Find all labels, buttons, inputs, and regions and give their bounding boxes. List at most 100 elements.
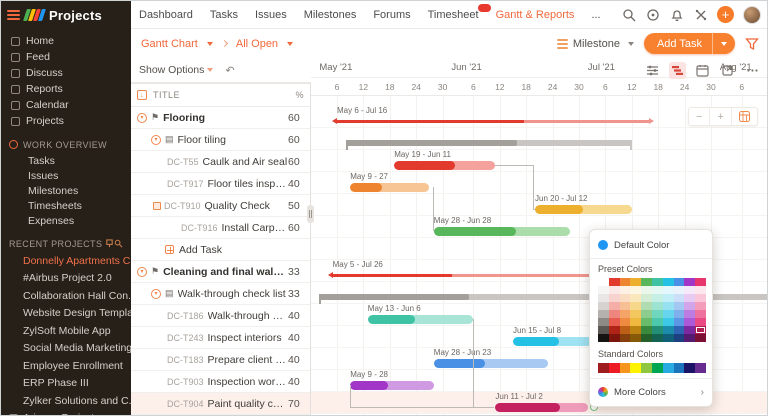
color-swatch[interactable] (609, 318, 620, 326)
table-row[interactable]: DC-T916Install Carpet in Gar...60 (131, 217, 310, 239)
color-swatch[interactable] (630, 334, 641, 342)
add-task-button[interactable]: Add Task (644, 33, 735, 54)
color-swatch[interactable] (620, 278, 631, 286)
splitter-handle[interactable] (307, 205, 314, 223)
tab-forums[interactable]: Forums (373, 9, 410, 21)
color-swatch[interactable] (674, 294, 685, 302)
color-swatch[interactable] (663, 326, 674, 334)
color-swatch[interactable] (695, 326, 706, 334)
table-row[interactable]: DC-T186Walk-through day plan40 (131, 305, 310, 327)
tab-issues[interactable]: Issues (255, 9, 287, 21)
show-options-dropdown[interactable]: Show Options (139, 64, 204, 76)
parent-task-bar[interactable] (346, 140, 632, 146)
tab-dashboard[interactable]: Dashboard (139, 9, 193, 21)
search-projects-icon[interactable] (114, 239, 123, 248)
color-swatch[interactable] (684, 294, 695, 302)
gantt-bar[interactable] (434, 359, 548, 368)
color-swatch[interactable] (598, 326, 609, 334)
color-swatch[interactable] (684, 334, 695, 342)
color-swatch[interactable] (641, 318, 652, 326)
add-task-row[interactable]: Add Task (131, 239, 310, 261)
table-row[interactable]: ▾⚑Cleaning and final walk-thro...33 (131, 261, 310, 283)
color-swatch[interactable] (598, 334, 609, 342)
gantt-bar[interactable] (394, 161, 495, 170)
color-swatch[interactable] (620, 286, 631, 294)
gantt-bar[interactable] (434, 227, 570, 236)
color-swatch[interactable] (663, 278, 674, 286)
recent-project-social-media-marketing[interactable]: Social Media Marketing (1, 340, 131, 358)
standard-color-swatch[interactable] (630, 363, 641, 373)
zoom-out-button[interactable]: − (689, 108, 710, 125)
color-swatch[interactable] (652, 302, 663, 310)
table-row[interactable]: DC-T917Floor tiles inspection40 (131, 173, 310, 195)
color-swatch[interactable] (641, 310, 652, 318)
color-swatch[interactable] (598, 294, 609, 302)
color-swatch[interactable] (663, 334, 674, 342)
color-swatch[interactable] (695, 286, 706, 294)
color-swatch[interactable] (652, 286, 663, 294)
gantt-view-icon[interactable] (669, 62, 686, 79)
color-swatch[interactable] (641, 302, 652, 310)
recent-project-collaboration-hall-con[interactable]: Collaboration Hall Con... (1, 287, 131, 305)
color-swatch[interactable] (609, 286, 620, 294)
color-swatch[interactable] (663, 318, 674, 326)
color-swatch[interactable] (609, 310, 620, 318)
color-swatch[interactable] (674, 326, 685, 334)
sidebar-item-tasks[interactable]: Tasks (1, 153, 131, 168)
color-swatch[interactable] (598, 302, 609, 310)
tab-[interactable]: ... (591, 9, 600, 21)
expand-icon[interactable]: ▾ (137, 113, 147, 123)
target-icon[interactable] (645, 7, 660, 22)
table-row[interactable]: DC-T243Inspect interiors40 (131, 327, 310, 349)
tab-tasks[interactable]: Tasks (210, 9, 238, 21)
color-swatch[interactable] (598, 286, 609, 294)
recent-project-zylker-solutions-and-c[interactable]: Zylker Solutions and C... (1, 392, 131, 410)
add-circle-button[interactable]: + (717, 6, 734, 23)
color-swatch[interactable] (652, 278, 663, 286)
sidebar-item-milestones[interactable]: Milestones (1, 183, 131, 198)
color-swatch[interactable] (674, 278, 685, 286)
color-swatch[interactable] (684, 286, 695, 294)
table-row[interactable]: DC-T904Paint quality check70 (131, 393, 310, 415)
sidebar-item-home[interactable]: Home (1, 33, 131, 49)
color-swatch[interactable] (684, 278, 695, 286)
milestone-dropdown[interactable]: Milestone (557, 38, 634, 50)
gantt-chart-dropdown[interactable]: Gantt Chart (141, 38, 198, 50)
all-open-dropdown[interactable]: All Open (236, 38, 278, 50)
color-swatch[interactable] (598, 310, 609, 318)
gantt-bar[interactable] (535, 205, 632, 214)
recent-project-website-design-templa[interactable]: Website Design Templa... (1, 305, 131, 323)
table-row[interactable]: DC-T903Inspection work items40 (131, 371, 310, 393)
tab-gantt-reports[interactable]: Gantt & Reports (496, 9, 575, 21)
expand-icon[interactable]: ▾ (151, 135, 161, 145)
color-swatch[interactable] (684, 302, 695, 310)
more-colors-option[interactable]: More Colors › (598, 384, 704, 400)
color-swatch[interactable] (695, 294, 706, 302)
color-swatch[interactable] (641, 334, 652, 342)
color-swatch[interactable] (609, 294, 620, 302)
standard-color-swatch[interactable] (684, 363, 695, 373)
recent-project-erp-phase-iii[interactable]: ERP Phase III (1, 375, 131, 393)
add-task-dropdown[interactable] (712, 33, 735, 54)
pin-icon[interactable] (105, 239, 114, 248)
color-swatch[interactable] (652, 326, 663, 334)
color-swatch[interactable] (663, 302, 674, 310)
color-swatch[interactable] (620, 310, 631, 318)
standard-color-swatch[interactable] (609, 363, 620, 373)
more-options-icon[interactable] (744, 62, 761, 79)
sidebar-item-discuss[interactable]: Discuss (1, 65, 131, 81)
color-swatch[interactable] (674, 334, 685, 342)
sidebar-item-expenses[interactable]: Expenses (1, 213, 131, 228)
standard-color-swatch[interactable] (695, 363, 706, 373)
table-row[interactable]: ▾▤Walk-through check list33 (131, 283, 310, 305)
table-row[interactable]: DC-T55Caulk and Air seal60 (131, 151, 310, 173)
tools-icon[interactable] (693, 7, 708, 22)
undo-icon[interactable]: ↶ (225, 64, 234, 77)
color-swatch[interactable] (620, 318, 631, 326)
filter-icon[interactable] (745, 37, 759, 51)
sidebar-item-reports[interactable]: Reports (1, 81, 131, 97)
color-swatch[interactable] (630, 294, 641, 302)
gantt-bar[interactable] (350, 381, 434, 390)
tab-milestones[interactable]: Milestones (304, 9, 357, 21)
color-swatch[interactable] (695, 318, 706, 326)
